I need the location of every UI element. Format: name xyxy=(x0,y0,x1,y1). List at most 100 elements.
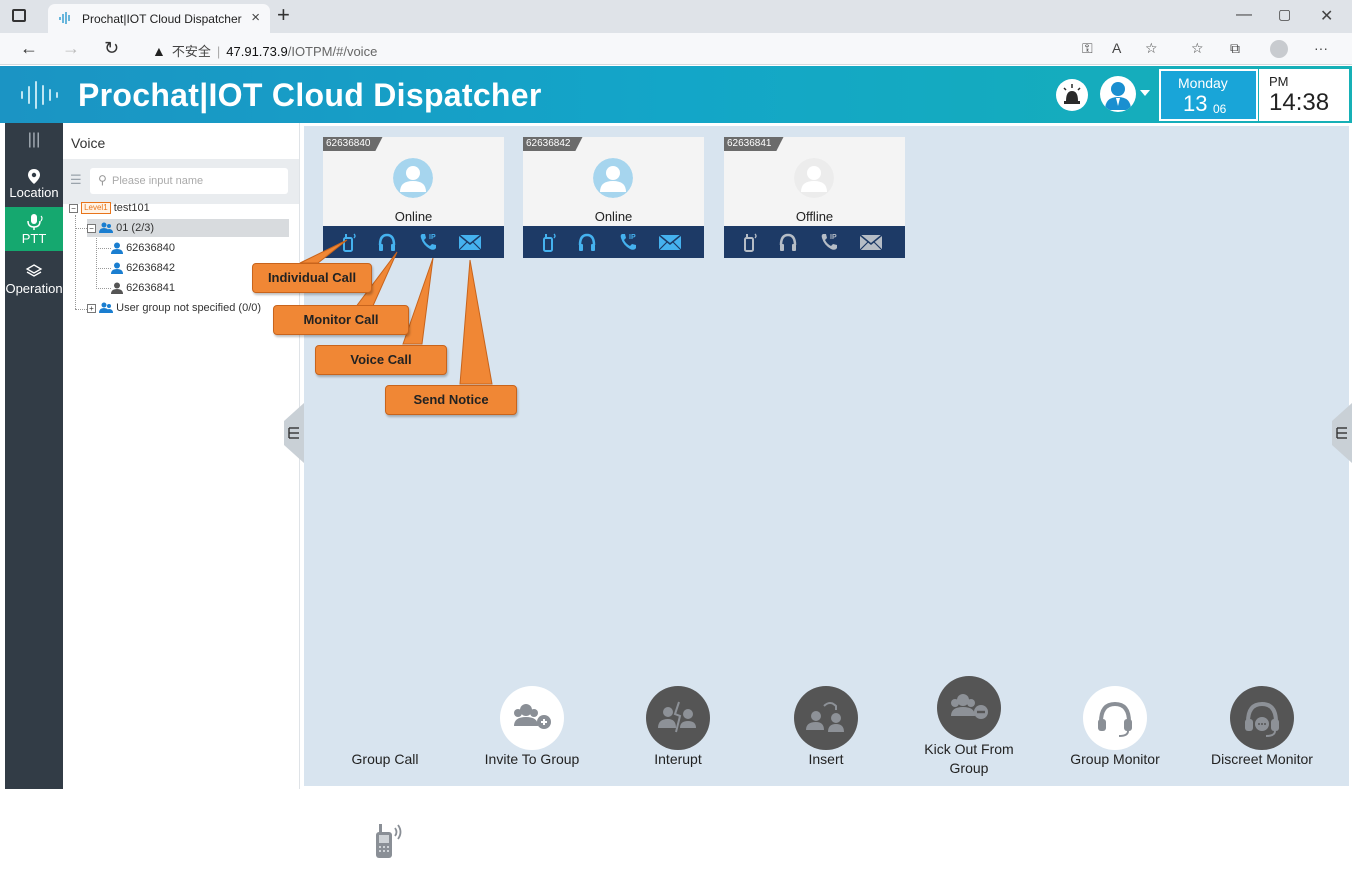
read-aloud-icon[interactable]: A xyxy=(1112,40,1121,56)
card-actions: IP xyxy=(523,226,704,258)
action-label: Invite To Group xyxy=(484,751,580,767)
action-label: Group Call xyxy=(351,751,419,767)
nav-location[interactable]: Location xyxy=(5,167,63,207)
clock-time: 14:38 xyxy=(1269,89,1330,116)
card-status: Online xyxy=(594,209,633,224)
tree-connector xyxy=(96,235,97,289)
tree-node-label: 62636840 xyxy=(126,242,176,254)
more-icon[interactable]: ··· xyxy=(1314,40,1328,56)
discreet-monitor-button[interactable]: Discreet Monitor xyxy=(1197,686,1327,874)
user-card[interactable]: 62636841 Offline IP xyxy=(724,137,905,258)
monitor-call-icon[interactable] xyxy=(776,230,800,254)
user-avatar-offline-icon xyxy=(794,158,834,198)
search-input[interactable] xyxy=(112,172,282,190)
collapse-panel-icon[interactable] xyxy=(280,403,304,463)
favorites-icon[interactable]: ☆ xyxy=(1191,40,1204,57)
send-notice-icon[interactable] xyxy=(656,230,684,254)
voice-call-icon[interactable]: IP xyxy=(817,230,841,254)
tree-unassigned-group[interactable]: + User group not specified (0/0) xyxy=(87,299,261,317)
profile-icon[interactable] xyxy=(1270,40,1288,58)
expand-icon[interactable]: + xyxy=(87,303,96,313)
tree-node-label: 62636841 xyxy=(126,282,176,294)
collections-icon[interactable]: ⧉ xyxy=(1230,40,1240,57)
nav-label: PTT xyxy=(21,231,47,246)
url-host: 47.91.73.9 xyxy=(226,44,288,59)
individual-call-icon[interactable] xyxy=(537,230,561,254)
collapse-icon[interactable]: − xyxy=(69,203,78,213)
invite-group-icon xyxy=(500,686,564,750)
tab-actions-icon[interactable] xyxy=(12,9,26,22)
group-monitor-button[interactable]: Group Monitor xyxy=(1055,686,1175,874)
date-display: Monday 13 06 xyxy=(1159,69,1258,121)
individual-call-icon[interactable] xyxy=(337,230,361,254)
app-header: Prochat|IOT Cloud Dispatcher Monday 13 0… xyxy=(0,66,1352,123)
svg-text:IP: IP xyxy=(830,234,837,241)
sound-wave-logo-icon xyxy=(21,81,58,109)
nav-ptt[interactable]: PTT xyxy=(5,207,63,251)
tree-root[interactable]: − Level1 test101 xyxy=(69,199,150,217)
tree-node-label: User group not specified (0/0) xyxy=(116,302,262,314)
close-tab-icon[interactable]: × xyxy=(251,9,260,26)
tree-connector xyxy=(75,215,76,309)
card-id: 62636841 xyxy=(724,137,784,151)
tree-node-label: 62636842 xyxy=(126,262,176,274)
warning-icon: ▲ xyxy=(152,43,166,59)
user-menu-caret-icon[interactable] xyxy=(1140,90,1150,96)
individual-call-icon[interactable] xyxy=(738,230,762,254)
search-box: ⚲ xyxy=(90,168,288,194)
user-card[interactable]: 62636842 Online IP xyxy=(523,137,704,258)
send-notice-icon[interactable] xyxy=(456,230,484,254)
close-window-icon[interactable]: ✕ xyxy=(1320,6,1333,26)
key-icon[interactable]: ⚿ xyxy=(1082,40,1093,57)
user-avatar-icon[interactable] xyxy=(1100,76,1136,112)
search-bar: ☰ ⚲ xyxy=(63,159,299,204)
voice-call-icon[interactable]: IP xyxy=(416,230,440,254)
tree-user[interactable]: 62636841 xyxy=(111,279,175,297)
send-notice-icon[interactable] xyxy=(857,230,885,254)
invite-to-group-button[interactable]: Invite To Group xyxy=(467,686,597,874)
refresh-icon[interactable]: ↻ xyxy=(104,38,119,59)
menu-toggle-icon[interactable]: ||| xyxy=(5,123,63,159)
interrupt-icon xyxy=(646,686,710,750)
search-icon: ⚲ xyxy=(98,173,107,187)
collapse-right-panel-icon[interactable] xyxy=(1330,403,1352,463)
url-field[interactable]: ▲ 不安全 | 47.91.73.9/IOTPM/#/voice xyxy=(152,41,377,60)
tree-connector xyxy=(96,288,111,289)
voice-call-icon[interactable]: IP xyxy=(616,230,640,254)
discreet-headset-icon xyxy=(1230,686,1294,750)
minimize-icon[interactable]: — xyxy=(1236,6,1252,24)
tree-group[interactable]: − 01 (2/3) xyxy=(87,219,289,237)
callout-send-notice: Send Notice xyxy=(385,385,517,415)
list-icon[interactable]: ☰ xyxy=(70,172,82,188)
user-card[interactable]: 62636840 Online IP xyxy=(323,137,504,258)
new-tab-icon[interactable]: + xyxy=(277,3,290,27)
action-label: Insert xyxy=(808,751,844,767)
am-pm: PM xyxy=(1269,74,1289,89)
browser-tab[interactable]: Prochat|IOT Cloud Dispatcher × xyxy=(48,4,270,33)
interrupt-button[interactable]: Interupt xyxy=(623,686,733,874)
tree-connector xyxy=(96,248,111,249)
tree-user[interactable]: 62636842 xyxy=(111,259,175,277)
card-id: 62636840 xyxy=(323,137,383,151)
tab-title: Prochat|IOT Cloud Dispatcher xyxy=(82,12,242,26)
panel-title: Voice xyxy=(71,135,106,151)
tree-connector xyxy=(96,268,111,269)
favicon-icon xyxy=(59,12,70,24)
tree-user[interactable]: 62636840 xyxy=(111,239,175,257)
insert-button[interactable]: Insert xyxy=(771,686,881,874)
day-number: 13 xyxy=(1183,91,1208,116)
nav-label: Operation xyxy=(5,281,63,296)
collapse-icon[interactable]: − xyxy=(87,223,96,233)
nav-operation[interactable]: Operation xyxy=(5,263,63,303)
action-label: Kick Out From Group xyxy=(924,741,1014,776)
forward-icon[interactable]: → xyxy=(62,38,80,59)
card-actions: IP xyxy=(323,226,504,258)
favorite-add-icon[interactable]: ☆ xyxy=(1145,40,1158,57)
monitor-call-icon[interactable] xyxy=(375,230,399,254)
monitor-call-icon[interactable] xyxy=(575,230,599,254)
back-icon[interactable]: ← xyxy=(20,38,38,59)
url-path: /IOTPM/#/voice xyxy=(287,44,378,59)
kick-out-button[interactable]: Kick Out From Group xyxy=(904,676,1034,874)
alarm-light-icon[interactable] xyxy=(1056,79,1088,111)
restore-icon[interactable]: ▢ xyxy=(1278,6,1291,23)
